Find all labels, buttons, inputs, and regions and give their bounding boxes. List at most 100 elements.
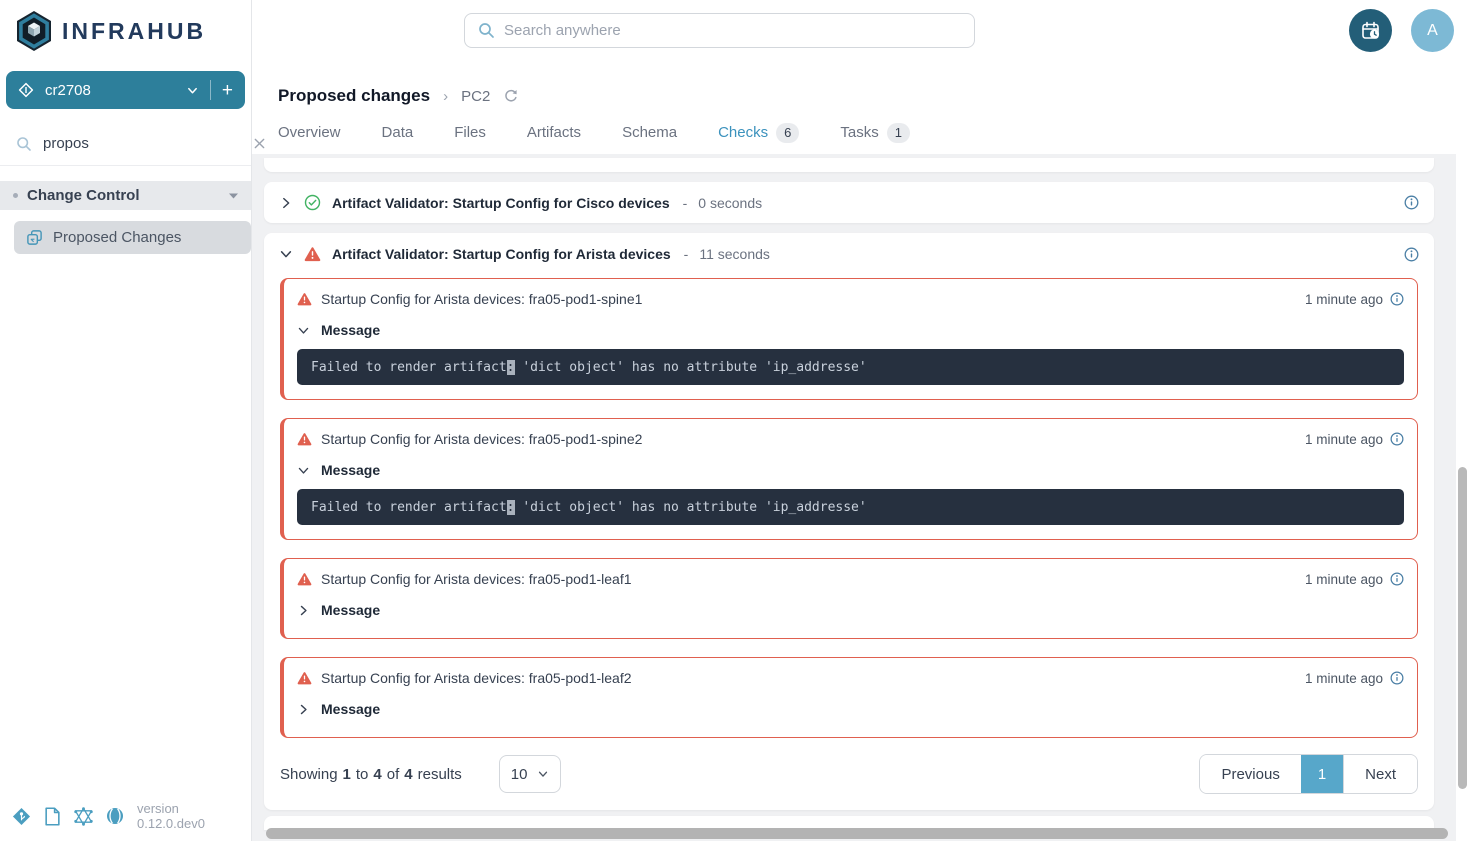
search-icon <box>16 136 32 152</box>
tab-tasks[interactable]: Tasks 1 <box>840 123 910 157</box>
branch-chevron-down-icon[interactable] <box>186 84 199 97</box>
calendar-clock-icon <box>1360 20 1382 42</box>
tab-checks[interactable]: Checks 6 <box>718 123 799 157</box>
validator-title: Artifact Validator: Startup Config for C… <box>332 195 670 211</box>
page-1-button[interactable]: 1 <box>1301 755 1343 793</box>
message-toggle[interactable]: Message <box>297 320 1404 340</box>
clear-search-icon[interactable] <box>253 137 266 150</box>
error-status-icon <box>297 432 312 446</box>
check-title: Startup Config for Arista devices: fra05… <box>321 670 632 686</box>
error-status-icon <box>297 572 312 586</box>
sidebar-search-input[interactable] <box>43 135 242 152</box>
pagination-buttons: Previous 1 Next <box>1199 754 1418 794</box>
sidebar-footer: version 0.12.0.dev0 <box>0 801 251 841</box>
log-cursor: : <box>507 360 515 375</box>
chevron-right-icon[interactable] <box>279 196 293 210</box>
global-search[interactable] <box>464 13 975 48</box>
info-icon[interactable] <box>1390 432 1404 446</box>
message-toggle[interactable]: Message <box>297 600 1404 620</box>
checks-panel: Artifact Validator: Startup Config for C… <box>252 154 1456 841</box>
user-avatar[interactable]: A <box>1411 9 1454 52</box>
tab-data[interactable]: Data <box>382 123 414 157</box>
log-text: 'dict object' has no attribute 'ip_addre… <box>515 500 867 515</box>
check-timestamp: 1 minute ago <box>1305 292 1383 307</box>
message-toggle[interactable]: Message <box>297 699 1404 719</box>
sidebar-item-proposed-changes[interactable]: Proposed Changes <box>14 221 251 254</box>
validator-title: Artifact Validator: Startup Config for A… <box>332 246 671 262</box>
globe-icon[interactable] <box>106 807 124 825</box>
previous-page-button[interactable]: Previous <box>1200 755 1300 793</box>
checks-count-badge: 6 <box>776 123 799 143</box>
breadcrumb-separator: › <box>443 88 448 105</box>
horizontal-scrollbar[interactable] <box>266 828 1448 839</box>
info-icon[interactable] <box>1390 671 1404 685</box>
branch-selector[interactable]: cr2708 + <box>6 71 245 109</box>
proposed-changes-icon <box>26 229 43 246</box>
graphql-icon[interactable] <box>74 807 93 826</box>
api-diamond-icon[interactable] <box>12 807 31 826</box>
info-icon[interactable] <box>1404 195 1419 210</box>
branch-name: cr2708 <box>45 82 186 99</box>
chevron-down-icon <box>297 464 310 477</box>
logo[interactable]: INFRAHUB <box>0 0 251 62</box>
log-text: Failed to render artifact <box>311 360 507 375</box>
chevron-right-icon <box>297 703 310 716</box>
results-summary: Showing 1 to 4 of 4 results <box>280 766 462 783</box>
page-size-select[interactable]: 10 <box>499 755 561 793</box>
next-page-button[interactable]: Next <box>1343 755 1417 793</box>
time-travel-button[interactable] <box>1349 9 1392 52</box>
breadcrumb-section[interactable]: Proposed changes <box>278 86 430 106</box>
version-label: version 0.12.0.dev0 <box>137 801 239 831</box>
chevron-down-icon <box>297 324 310 337</box>
avatar-initial: A <box>1427 22 1438 40</box>
validator-row-arista: Artifact Validator: Startup Config for A… <box>264 233 1434 810</box>
branch-icon <box>18 82 34 98</box>
tab-schema[interactable]: Schema <box>622 123 677 157</box>
main-area: A Proposed changes › PC2 Overview Data F… <box>252 0 1456 841</box>
sidebar-item-label: Proposed Changes <box>53 229 181 246</box>
search-icon <box>478 22 495 39</box>
check-title: Startup Config for Arista devices: fra05… <box>321 431 642 447</box>
refresh-icon[interactable] <box>503 88 519 104</box>
info-icon[interactable] <box>1390 292 1404 306</box>
chevron-down-icon[interactable] <box>279 247 293 261</box>
docs-icon[interactable] <box>44 807 61 826</box>
check-card-leaf1: Startup Config for Arista devices: fra05… <box>280 558 1418 639</box>
message-label: Message <box>321 701 380 717</box>
tab-files[interactable]: Files <box>454 123 486 157</box>
sidebar-group-change-control[interactable]: Change Control <box>0 181 251 210</box>
group-bullet-icon <box>13 193 18 198</box>
tab-artifacts[interactable]: Artifacts <box>527 123 581 157</box>
info-icon[interactable] <box>1404 247 1419 262</box>
validator-header[interactable]: Artifact Validator: Startup Config for A… <box>264 233 1434 275</box>
tasks-count-badge: 1 <box>887 123 910 143</box>
global-search-input[interactable] <box>504 22 961 39</box>
chevron-right-icon <box>297 604 310 617</box>
error-status-icon <box>304 246 321 262</box>
tab-overview[interactable]: Overview <box>278 123 341 157</box>
breadcrumb-page: PC2 <box>461 88 490 105</box>
create-branch-button[interactable]: + <box>222 81 233 100</box>
error-log: Failed to render artifact: 'dict object'… <box>297 489 1404 525</box>
check-timestamp: 1 minute ago <box>1305 432 1383 447</box>
check-card-spine2: Startup Config for Arista devices: fra05… <box>280 418 1418 540</box>
infrahub-app: { "colors": { "brand_teal": "#2d7f9b", "… <box>0 0 1472 841</box>
page-size-value: 10 <box>511 766 528 783</box>
check-card-leaf2: Startup Config for Arista devices: fra05… <box>280 657 1418 738</box>
chevron-down-icon <box>537 768 549 780</box>
message-toggle[interactable]: Message <box>297 460 1404 480</box>
check-timestamp: 1 minute ago <box>1305 572 1383 587</box>
caret-down-icon <box>229 193 238 199</box>
check-header: Startup Config for Arista devices: fra05… <box>297 289 1404 309</box>
message-label: Message <box>321 462 380 478</box>
breadcrumb: Proposed changes › PC2 <box>252 62 1456 106</box>
logo-text: INFRAHUB <box>62 18 206 45</box>
check-header: Startup Config for Arista devices: fra05… <box>297 668 1404 688</box>
log-text: 'dict object' has no attribute 'ip_addre… <box>515 360 867 375</box>
branch-divider <box>210 80 211 100</box>
check-header: Startup Config for Arista devices: fra05… <box>297 429 1404 449</box>
validator-header[interactable]: Artifact Validator: Startup Config for C… <box>264 182 1434 223</box>
vertical-scrollbar[interactable] <box>1458 467 1467 789</box>
info-icon[interactable] <box>1390 572 1404 586</box>
sidebar: INFRAHUB cr2708 + <box>0 0 252 841</box>
